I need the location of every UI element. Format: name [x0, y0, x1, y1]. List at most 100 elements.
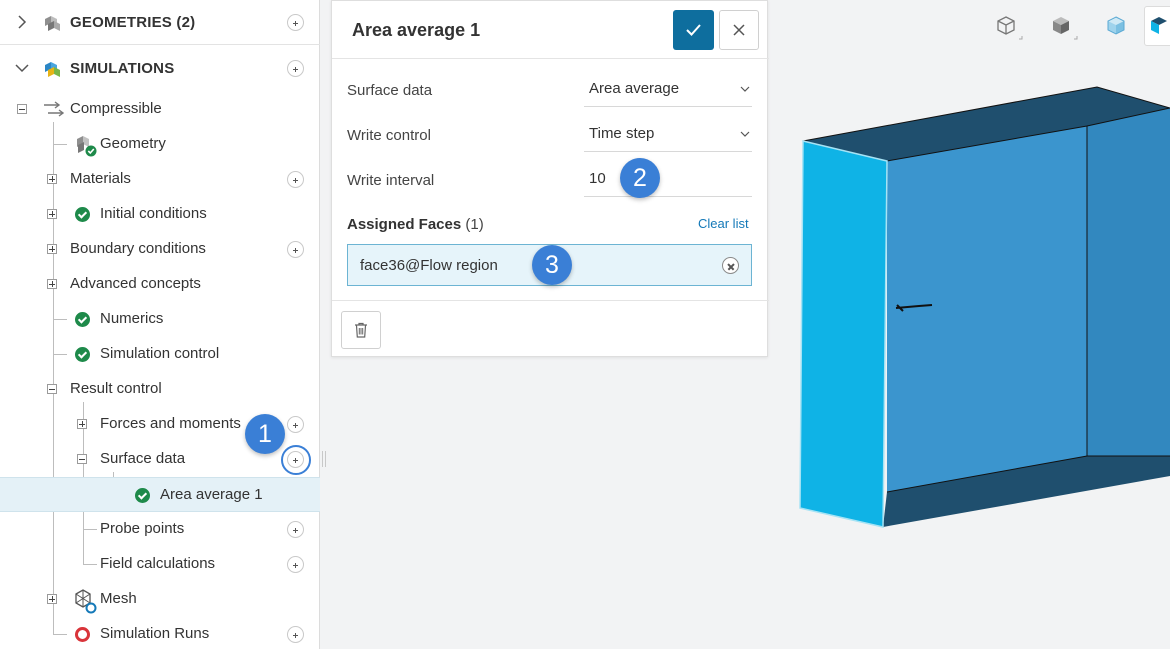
clear-list-link[interactable]: Clear list [698, 216, 749, 231]
simulations-label: SIMULATIONS [70, 60, 175, 77]
tree-item-label: Simulation Runs [100, 625, 210, 642]
tree-item-label: Surface data [100, 450, 186, 467]
checkmark-icon [686, 24, 701, 36]
tree-item-field-calculations[interactable]: Field calculations [0, 547, 320, 582]
check-icon [75, 347, 90, 362]
tree-item-label: Geometry [100, 135, 166, 152]
tree-item-simulation-control[interactable]: Simulation control [0, 337, 320, 372]
tree-item-label: Materials [70, 170, 131, 187]
add-material-button[interactable] [287, 171, 304, 188]
tree-item-label: Advanced concepts [70, 275, 201, 292]
trash-icon [355, 322, 367, 338]
surface-data-value: Area average [589, 80, 680, 97]
check-icon [75, 207, 90, 222]
write-interval-input[interactable]: 10 [584, 161, 752, 197]
expand-toggle[interactable] [77, 419, 87, 429]
collapse-toggle[interactable] [77, 454, 87, 464]
highlight-ring [281, 445, 311, 475]
tree-item-label: Numerics [100, 310, 164, 327]
assigned-faces-count: (1) [465, 216, 484, 233]
expand-toggle[interactable] [47, 594, 57, 604]
tree-item-initial-conditions[interactable]: Initial conditions [0, 197, 320, 232]
surface-data-dropdown[interactable]: Area average [584, 71, 752, 107]
tree-item-result-control[interactable]: Result control [0, 372, 320, 407]
add-simulation-run-button[interactable] [287, 626, 304, 643]
tree-item-probe-points[interactable]: Probe points [0, 512, 320, 547]
solid-cube-icon [1053, 17, 1078, 40]
chevron-down-icon [740, 131, 750, 137]
tree-item-materials[interactable]: Materials [0, 162, 320, 197]
view-wireframe-button[interactable] [986, 6, 1026, 46]
tree-item-area-average-1[interactable]: Area average 1 [0, 477, 320, 512]
chevron-down-icon [740, 86, 750, 92]
mesh-icon [75, 589, 97, 614]
add-probe-points-button[interactable] [287, 521, 304, 538]
remove-face-icon[interactable] [722, 257, 739, 274]
geometries-label: GEOMETRIES (2) [70, 14, 196, 31]
expand-toggle[interactable] [47, 279, 57, 289]
collapse-toggle[interactable] [17, 104, 27, 114]
compressible-flow-icon [44, 101, 64, 117]
view-solid-button[interactable] [1041, 6, 1081, 46]
check-icon [75, 312, 90, 327]
shaded-edges-cube-icon [1151, 17, 1167, 34]
write-interval-label: Write interval [347, 172, 435, 189]
tree-item-label: Initial conditions [100, 205, 207, 222]
tree-item-label: Field calculations [100, 555, 216, 572]
expand-toggle[interactable] [47, 174, 57, 184]
simulation-tree: GEOMETRIES (2) SIMULATIONS Compressible [0, 0, 320, 649]
add-forces-and-moments-button[interactable] [287, 416, 304, 433]
tree-item-boundary-conditions[interactable]: Boundary conditions [0, 232, 320, 267]
expand-toggle[interactable] [47, 244, 57, 254]
dialog-title: Area average 1 [352, 20, 481, 40]
delete-button[interactable] [341, 311, 381, 349]
annotation-marker-1: 1 [245, 414, 285, 454]
close-icon [733, 24, 745, 36]
collapse-toggle[interactable] [47, 384, 57, 394]
write-interval-value: 10 [589, 170, 606, 187]
tree-section-simulations[interactable]: SIMULATIONS [0, 46, 320, 91]
chevron-right-icon[interactable] [14, 14, 30, 30]
add-simulation-button[interactable] [287, 60, 304, 77]
tree-item-label: Mesh [100, 590, 137, 607]
area-average-dialog: Area average 1 Surface data Area average… [331, 0, 769, 357]
close-button[interactable] [719, 10, 759, 50]
tree-item-compressible[interactable]: Compressible [0, 92, 320, 127]
tree-item-advanced-concepts[interactable]: Advanced concepts [0, 267, 320, 302]
view-transparent-button[interactable] [1096, 6, 1136, 46]
confirm-button[interactable] [673, 10, 714, 50]
tree-item-mesh[interactable]: Mesh [0, 582, 320, 617]
assigned-faces-title: Assigned Faces [347, 216, 462, 233]
tree-item-label: Boundary conditions [70, 240, 206, 257]
assigned-faces-label: Assigned Faces (1) [347, 216, 484, 233]
add-field-calculation-button[interactable] [287, 556, 304, 573]
tree-section-geometries[interactable]: GEOMETRIES (2) [0, 0, 320, 45]
geometries-cube-icon [45, 16, 60, 31]
wireframe-cube-icon [997, 16, 1023, 40]
transparent-cube-icon [1107, 16, 1125, 35]
divider [332, 300, 769, 301]
annotation-marker-2: 2 [620, 158, 660, 198]
surface-data-label: Surface data [347, 82, 433, 99]
view-shaded-edges-button[interactable] [1144, 6, 1170, 46]
write-control-dropdown[interactable]: Time step [584, 116, 752, 152]
tree-item-label: Simulation control [100, 345, 220, 362]
expand-toggle[interactable] [47, 209, 57, 219]
error-status-icon [75, 627, 90, 642]
chevron-down-icon[interactable] [14, 60, 30, 76]
write-control-value: Time step [589, 125, 655, 142]
divider [332, 58, 769, 59]
annotation-marker-3: 3 [532, 245, 572, 285]
tree-item-numerics[interactable]: Numerics [0, 302, 320, 337]
tree-item-label: Area average 1 [160, 486, 263, 503]
add-geometry-button[interactable] [287, 14, 304, 31]
tree-item-label: Result control [70, 380, 162, 397]
tree-item-label: Forces and moments [100, 415, 241, 432]
tree-item-label: Compressible [70, 100, 162, 117]
tree-item-simulation-runs[interactable]: Simulation Runs [0, 617, 320, 649]
geometry-icon [77, 136, 97, 157]
write-control-label: Write control [347, 127, 431, 144]
check-icon [135, 488, 150, 503]
add-boundary-condition-button[interactable] [287, 241, 304, 258]
tree-item-geometry[interactable]: Geometry [0, 127, 320, 162]
